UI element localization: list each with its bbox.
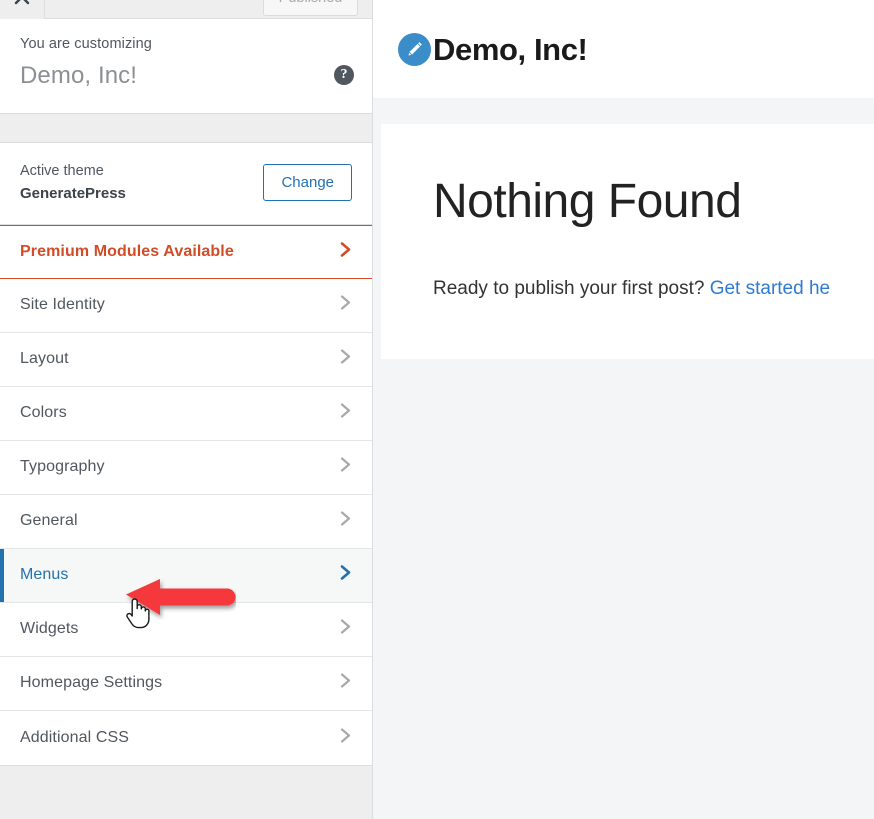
chevron-right-icon (339, 239, 353, 264)
customizing-header: You are customizing Demo, Inc! ? (0, 19, 372, 114)
sidebar-item-label: Layout (20, 350, 69, 368)
site-branding[interactable]: Demo, Inc! (398, 31, 588, 67)
customizer-screen: Published You are customizing Demo, Inc!… (0, 0, 874, 819)
publish-button[interactable]: Published (263, 0, 358, 16)
chevron-right-icon (339, 671, 353, 696)
sidebar-item-homepage-settings[interactable]: Homepage Settings (0, 656, 372, 711)
active-theme-label: Active theme (20, 162, 104, 179)
sidebar-item-premium-modules[interactable]: Premium Modules Available (0, 224, 372, 279)
customizer-panel-list: Premium Modules Available Site Identity … (0, 224, 372, 766)
chevron-right-icon (339, 563, 353, 588)
chevron-right-icon (339, 293, 353, 318)
pencil-edit-icon[interactable] (398, 32, 431, 66)
preview-body: Nothing Found Ready to publish your firs… (373, 98, 874, 359)
sidebar-item-widgets[interactable]: Widgets (0, 602, 372, 657)
sidebar-item-label: Site Identity (20, 296, 105, 314)
sidebar-item-menus[interactable]: Menus (0, 548, 372, 603)
empty-state-text: Ready to publish your first post? (433, 277, 710, 299)
active-theme-block: Active theme GeneratePress Change (0, 142, 372, 225)
sidebar-item-typography[interactable]: Typography (0, 440, 372, 495)
sidebar-spacer (0, 113, 372, 143)
customizing-label: You are customizing (20, 36, 152, 52)
empty-state-message: Ready to publish your first post? Get st… (433, 275, 874, 304)
sidebar-item-label: General (20, 512, 78, 530)
customizer-topbar: Published (0, 0, 372, 19)
customizing-site-title: Demo, Inc! (20, 61, 138, 89)
active-theme-name: GeneratePress (20, 184, 126, 202)
site-preview-pane: Demo, Inc! Nothing Found Ready to publis… (373, 0, 874, 819)
sidebar-item-layout[interactable]: Layout (0, 332, 372, 387)
help-question-icon[interactable]: ? (334, 65, 354, 85)
sidebar-item-label: Additional CSS (20, 728, 130, 746)
sidebar-item-label: Menus (20, 566, 69, 584)
sidebar-item-label: Homepage Settings (20, 674, 163, 692)
sidebar-footer (0, 765, 372, 819)
page-title: Nothing Found (433, 175, 742, 228)
active-theme-text: Active theme GeneratePress (20, 161, 126, 204)
site-header: Demo, Inc! (373, 0, 874, 98)
sidebar-item-colors[interactable]: Colors (0, 386, 372, 441)
get-started-link[interactable]: Get started he (710, 278, 830, 299)
sidebar-item-site-identity[interactable]: Site Identity (0, 278, 372, 333)
chevron-right-icon (339, 509, 353, 534)
site-title: Demo, Inc! (433, 31, 588, 67)
change-theme-button[interactable]: Change (263, 163, 352, 201)
sidebar-item-label: Colors (20, 404, 67, 422)
close-x-icon (12, 0, 32, 7)
sidebar-item-label: Typography (20, 458, 105, 476)
sidebar-item-label: Widgets (20, 620, 79, 638)
sidebar-item-label: Premium Modules Available (20, 242, 234, 260)
sidebar-item-additional-css[interactable]: Additional CSS (0, 710, 372, 765)
chevron-right-icon (339, 725, 353, 750)
sidebar-item-general[interactable]: General (0, 494, 372, 549)
chevron-right-icon (339, 401, 353, 426)
close-customizer-button[interactable] (0, 0, 45, 19)
customizer-sidebar: Published You are customizing Demo, Inc!… (0, 0, 373, 819)
chevron-right-icon (339, 347, 353, 372)
chevron-right-icon (339, 617, 353, 642)
content-card: Nothing Found Ready to publish your firs… (381, 124, 874, 359)
chevron-right-icon (339, 455, 353, 480)
